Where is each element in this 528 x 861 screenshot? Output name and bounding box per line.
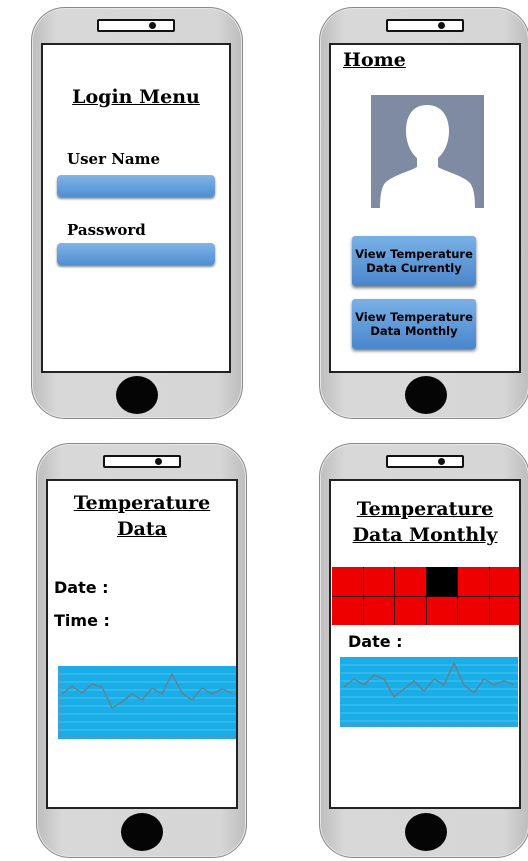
password-input[interactable] — [57, 243, 215, 265]
login-title: Login Menu — [72, 86, 200, 108]
home-button[interactable] — [116, 376, 158, 414]
phone-temperature: Temperature Data Date : Time : — [36, 443, 247, 858]
calendar-cell[interactable] — [363, 596, 394, 625]
phone-login: Login Menu User Name Password — [31, 7, 243, 419]
speaker-grille — [386, 19, 464, 32]
phone-home: Home View Temperature Data Currently Vie… — [319, 7, 528, 419]
camera-icon — [438, 22, 445, 29]
camera-icon — [438, 458, 445, 465]
monthly-chart — [340, 657, 518, 727]
monthly-screen: Temperature Data Monthly Date : — [329, 479, 521, 809]
temperature-title-line2: Data — [117, 518, 167, 540]
home-button[interactable] — [405, 813, 447, 851]
calendar-cell[interactable] — [458, 567, 489, 596]
password-label: Password — [67, 221, 146, 239]
phone-monthly: Temperature Data Monthly Date : — [319, 443, 528, 858]
login-screen: Login Menu User Name Password — [41, 43, 231, 373]
view-current-button[interactable]: View Temperature Data Currently — [352, 236, 476, 286]
temperature-title-line1: Temperature — [73, 492, 211, 514]
calendar-cell[interactable] — [363, 567, 394, 596]
username-label: User Name — [67, 150, 161, 168]
camera-icon — [155, 458, 162, 465]
speaker-grille — [386, 455, 464, 468]
speaker-grille — [103, 455, 181, 468]
date-label: Date : — [54, 578, 109, 597]
calendar-cell[interactable] — [332, 567, 363, 596]
calendar-cell[interactable] — [395, 567, 426, 596]
view-monthly-button[interactable]: View Temperature Data Monthly — [352, 299, 476, 349]
calendar-cell[interactable] — [395, 596, 426, 625]
temperature-chart — [58, 666, 236, 739]
monthly-calendar-grid — [332, 567, 519, 625]
speaker-grille — [97, 19, 175, 32]
home-button[interactable] — [405, 376, 447, 414]
camera-icon — [149, 22, 156, 29]
avatar — [371, 95, 484, 208]
calendar-cell[interactable] — [489, 596, 519, 625]
calendar-cell[interactable] — [458, 596, 489, 625]
monthly-title-line2: Data Monthly — [352, 524, 498, 546]
home-button[interactable] — [121, 813, 163, 851]
avatar-silhouette-icon — [380, 105, 475, 208]
date-label: Date : — [348, 632, 403, 651]
temperature-screen: Temperature Data Date : Time : — [46, 479, 238, 809]
monthly-chart-graphic — [340, 661, 518, 726]
monthly-title-line1: Temperature — [356, 498, 494, 520]
username-input[interactable] — [57, 175, 215, 197]
calendar-cell-selected[interactable] — [426, 567, 457, 596]
calendar-cell[interactable] — [332, 596, 363, 625]
home-screen: Home View Temperature Data Currently Vie… — [329, 43, 521, 373]
home-title: Home — [343, 49, 406, 71]
time-label: Time : — [54, 611, 110, 630]
calendar-cell[interactable] — [426, 596, 457, 625]
temperature-chart-graphic — [58, 670, 236, 738]
calendar-cell[interactable] — [489, 567, 519, 596]
